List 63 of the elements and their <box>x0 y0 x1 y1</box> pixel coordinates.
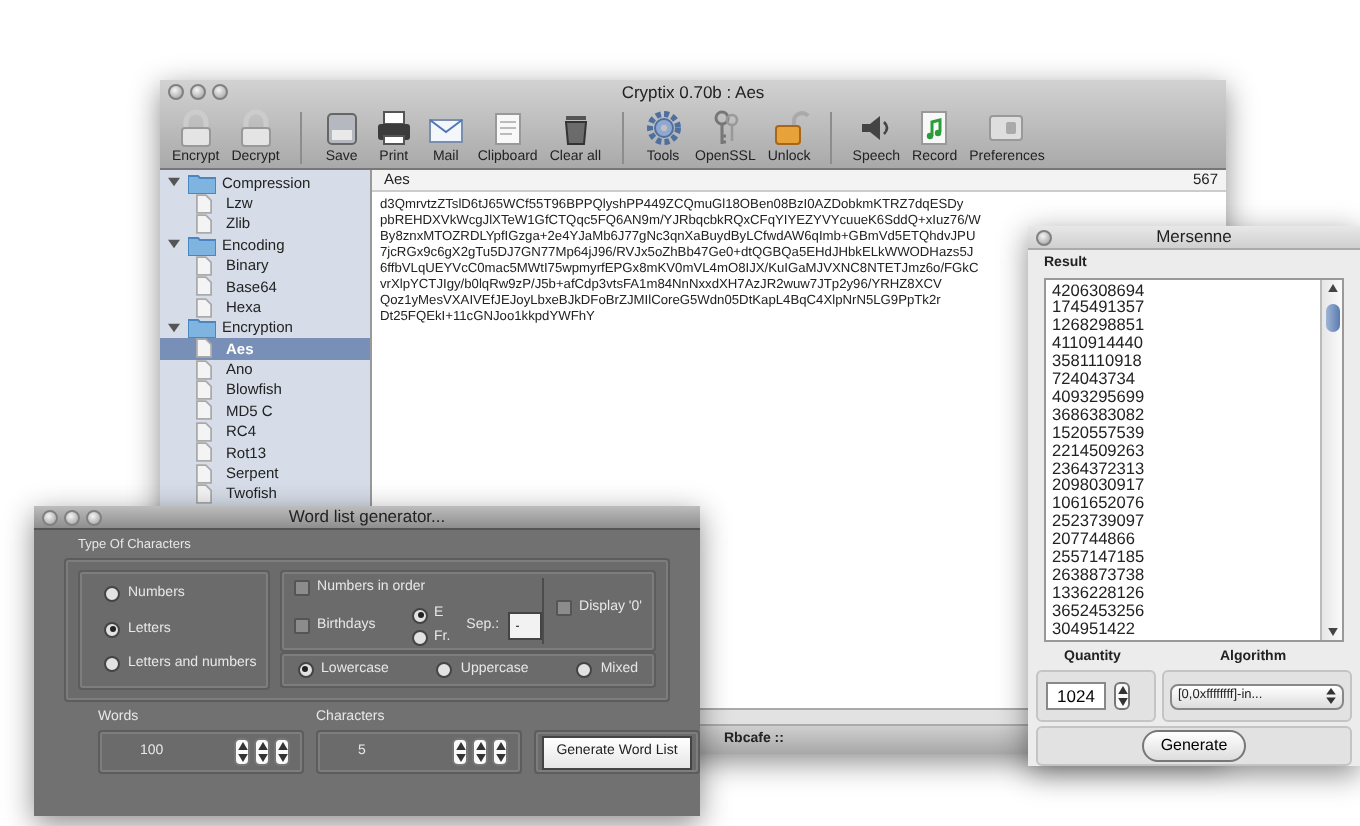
lock-icon <box>175 108 216 148</box>
radio-button[interactable] <box>104 656 120 673</box>
stepper[interactable] <box>452 738 468 767</box>
result-item: 2098030917 <box>1052 476 1147 495</box>
checkbox[interactable] <box>293 580 310 596</box>
result-item: 2523739097 <box>1052 512 1147 531</box>
result-item: 1061652076 <box>1052 494 1147 513</box>
result-item: 3581110918 <box>1052 352 1144 371</box>
down-arrow-icon <box>1117 698 1127 707</box>
result-item: 4110914440 <box>1052 334 1146 353</box>
folder-icon <box>188 233 216 256</box>
scroll-bar[interactable] <box>1320 279 1342 640</box>
checkbox[interactable] <box>293 618 310 635</box>
result-item: 304951422 <box>1052 619 1138 638</box>
printer-icon <box>373 108 414 148</box>
gear-icon <box>643 108 684 148</box>
result-item: 2214509263 <box>1052 441 1147 460</box>
updown-arrows-icon <box>1326 688 1336 705</box>
radio-button[interactable] <box>436 661 453 678</box>
stepper[interactable] <box>492 738 508 767</box>
quantity-field[interactable]: 1024 <box>1046 682 1106 711</box>
result-item: 4206308694 <box>1052 281 1147 299</box>
result-item: 2364372313 <box>1052 459 1147 477</box>
generate-button[interactable]: Generate <box>1142 730 1246 763</box>
window-title: Word list generator... <box>288 504 446 530</box>
radio-button[interactable] <box>576 661 593 678</box>
stepper[interactable] <box>472 738 488 767</box>
minimize-button[interactable] <box>190 84 206 100</box>
stepper[interactable] <box>274 738 290 767</box>
lock-icon <box>235 108 276 148</box>
result-item: 1520557539 <box>1052 423 1147 442</box>
stepper[interactable] <box>254 738 270 767</box>
result-item: 207744866 <box>1052 530 1138 549</box>
stepper[interactable] <box>1114 682 1130 711</box>
zoom-button[interactable] <box>212 84 228 100</box>
window-title: Mersenne <box>1156 224 1232 250</box>
scroll-up-icon <box>1328 283 1338 291</box>
result-item: 1268298851 <box>1052 316 1147 335</box>
result-item: 724043734 <box>1052 370 1138 388</box>
close-button[interactable] <box>1036 230 1052 246</box>
result-item: 3686383082 <box>1052 405 1147 424</box>
close-button[interactable] <box>168 84 184 100</box>
close-button[interactable] <box>42 510 58 526</box>
result-item: 1745491357 <box>1052 298 1147 317</box>
radio-button[interactable] <box>104 621 120 638</box>
minimize-button[interactable] <box>64 510 80 526</box>
result-item: 2557147185 <box>1052 548 1147 566</box>
result-item: 4093295699 <box>1052 387 1147 406</box>
result-item: 1336228126 <box>1052 583 1147 602</box>
radio-button[interactable] <box>104 586 120 603</box>
scroll-down-icon <box>1328 627 1338 636</box>
radio-button[interactable] <box>297 661 314 678</box>
padlock-icon <box>769 108 810 148</box>
zoom-button[interactable] <box>86 510 102 526</box>
scroll-thumb[interactable] <box>1326 303 1340 331</box>
radio-button[interactable] <box>412 607 428 623</box>
stepper[interactable] <box>234 738 250 767</box>
radio-button[interactable] <box>412 630 428 646</box>
window-title: Cryptix 0.70b : Aes <box>621 79 765 105</box>
up-arrow-icon <box>1117 686 1127 695</box>
result-item: 2638873738 <box>1052 566 1147 584</box>
checkbox[interactable] <box>555 600 572 616</box>
result-item: 3652453256 <box>1052 601 1147 620</box>
